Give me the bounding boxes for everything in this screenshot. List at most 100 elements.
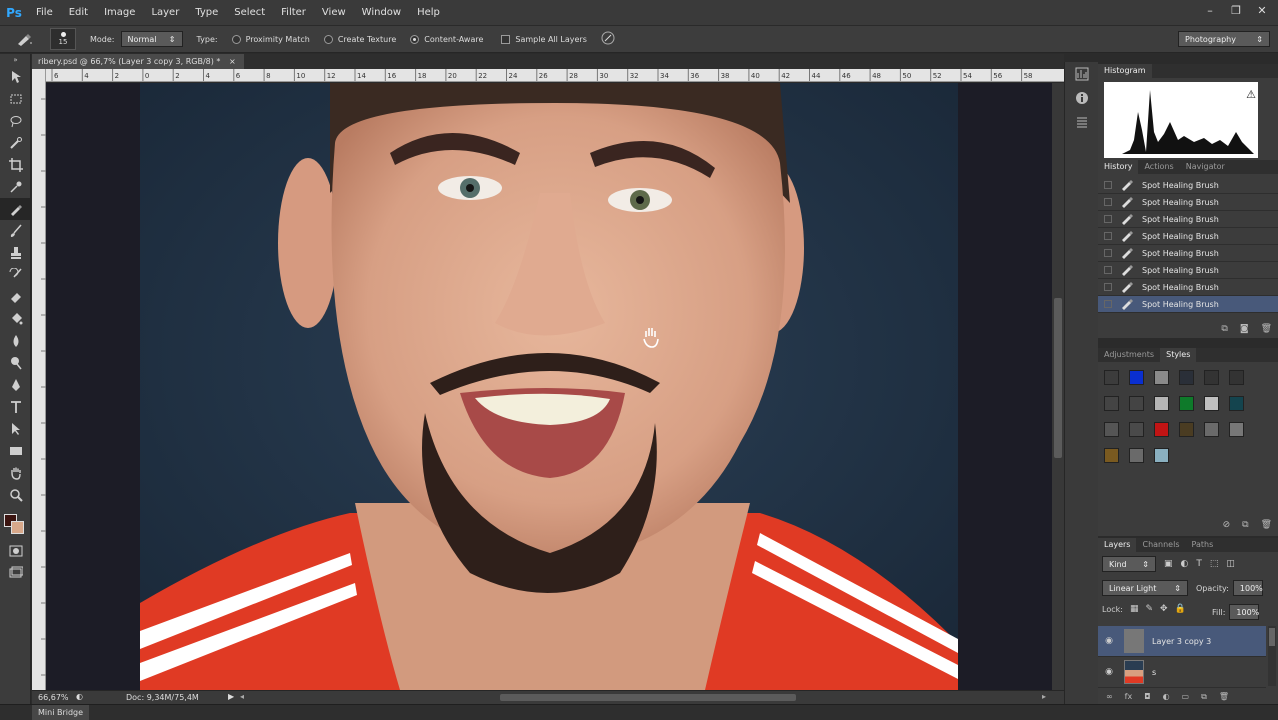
filter-adjustment-icon[interactable]: ◐ [1181,559,1189,569]
delete-state-icon[interactable]: 🗑 [1261,324,1272,334]
paint-bucket-tool-icon[interactable] [0,308,31,330]
background-color-swatch[interactable] [11,521,24,534]
info-panel-icon[interactable] [1065,86,1099,110]
style-swatch[interactable] [1154,448,1169,463]
style-swatch[interactable] [1129,396,1144,411]
pressure-size-icon[interactable] [601,31,615,48]
quick-selection-tool-icon[interactable] [0,132,31,154]
history-item[interactable]: Spot Healing Brush [1098,177,1278,194]
tab-layers[interactable]: Layers [1098,538,1137,552]
history-item[interactable]: Spot Healing Brush [1098,211,1278,228]
clone-stamp-tool-icon[interactable] [0,242,31,264]
style-swatch[interactable] [1129,448,1144,463]
style-swatch[interactable] [1154,370,1169,385]
history-item[interactable]: Spot Healing Brush [1098,245,1278,262]
filter-pixel-icon[interactable]: ▣ [1164,559,1173,569]
menu-file[interactable]: File [28,0,61,25]
style-swatch[interactable] [1104,396,1119,411]
histogram-panel-icon[interactable] [1065,62,1099,86]
create-texture-radio[interactable] [323,34,333,44]
proximity-match-radio[interactable] [231,34,241,44]
menu-layer[interactable]: Layer [143,0,187,25]
canvas-area[interactable] [46,83,1052,690]
proof-icon[interactable]: ◐ [76,692,83,701]
history-item[interactable]: Spot Healing Brush [1098,228,1278,245]
layers-scroll-thumb[interactable] [1269,628,1275,646]
brush-tool-icon[interactable] [0,220,31,242]
tab-close-icon[interactable]: × [229,57,236,66]
toolbox-collapse-icon[interactable]: » [0,54,31,66]
vertical-scroll-thumb[interactable] [1054,298,1062,458]
snapshot-checkbox[interactable] [1104,215,1112,223]
style-swatch[interactable] [1179,396,1194,411]
style-swatch[interactable] [1229,396,1244,411]
move-tool-icon[interactable] [0,66,31,88]
style-swatch[interactable] [1104,422,1119,437]
new-adjustment-layer-icon[interactable]: ◐ [1163,692,1170,702]
quick-mask-icon[interactable] [0,540,31,562]
lock-image-pixels-icon[interactable]: ✎ [1145,604,1153,614]
link-layers-icon[interactable]: ∞ [1106,692,1113,702]
layers-scrollbar[interactable] [1268,626,1276,686]
new-document-from-state-icon[interactable]: ⧉ [1221,324,1227,334]
layer-visibility-eye-icon[interactable]: ◉ [1098,636,1120,646]
mode-select[interactable]: Normal ⇕ [120,31,183,47]
style-swatch[interactable] [1204,396,1219,411]
layer-row-selected[interactable]: ◉ Layer 3 copy 3 [1098,626,1266,657]
hand-tool-icon[interactable] [0,462,31,484]
add-mask-icon[interactable]: ◘ [1144,692,1150,702]
brush-size-picker[interactable]: 15 [50,28,76,50]
type-tool-icon[interactable] [0,396,31,418]
style-swatch[interactable] [1129,422,1144,437]
new-layer-icon[interactable]: ⧉ [1201,692,1207,702]
layer-name[interactable]: Layer 3 copy 3 [1152,637,1211,646]
tab-actions[interactable]: Actions [1138,160,1179,174]
document-tab[interactable]: ribery.psd @ 66,7% (Layer 3 copy 3, RGB/… [32,54,244,69]
sample-all-layers-checkbox[interactable] [501,34,511,44]
horizontal-scroll-thumb[interactable] [500,694,796,701]
snapshot-checkbox[interactable] [1104,198,1112,206]
style-swatch[interactable] [1179,370,1194,385]
color-swatches[interactable] [0,506,31,540]
delete-style-icon[interactable]: 🗑 [1261,520,1272,530]
snapshot-checkbox[interactable] [1104,232,1112,240]
style-swatch[interactable] [1104,448,1119,463]
tab-styles[interactable]: Styles [1160,348,1197,362]
history-item[interactable]: Spot Healing Brush [1098,194,1278,211]
rectangle-tool-icon[interactable] [0,440,31,462]
path-selection-tool-icon[interactable] [0,418,31,440]
style-swatch[interactable] [1204,422,1219,437]
tab-paths[interactable]: Paths [1186,538,1220,552]
filter-smart-object-icon[interactable]: ◫ [1226,559,1235,569]
lock-position-icon[interactable]: ✥ [1160,604,1168,614]
portrait-photo[interactable] [140,83,958,690]
tool-preset-picker[interactable] [8,28,42,50]
tab-adjustments[interactable]: Adjustments [1098,348,1160,362]
style-swatch[interactable] [1229,422,1244,437]
marquee-tool-icon[interactable] [0,88,31,110]
history-brush-tool-icon[interactable] [0,264,31,286]
layer-row[interactable]: ◉ s [1098,657,1266,688]
clear-style-icon[interactable]: ⊘ [1223,520,1231,530]
vertical-scrollbar[interactable] [1052,83,1064,690]
style-swatch[interactable] [1229,370,1244,385]
zoom-level[interactable]: 66,67% [38,693,69,702]
menu-window[interactable]: Window [354,0,409,25]
style-swatch[interactable] [1204,370,1219,385]
lock-all-icon[interactable]: 🔒 [1175,604,1186,614]
tab-history[interactable]: History [1098,160,1139,174]
style-swatch[interactable] [1179,422,1194,437]
snapshot-checkbox[interactable] [1104,266,1112,274]
menu-edit[interactable]: Edit [61,0,96,25]
filter-type-icon[interactable]: T [1196,559,1202,569]
eraser-tool-icon[interactable] [0,286,31,308]
lasso-tool-icon[interactable] [0,110,31,132]
pen-tool-icon[interactable] [0,374,31,396]
tab-navigator[interactable]: Navigator [1180,160,1231,174]
blur-tool-icon[interactable] [0,330,31,352]
fill-input[interactable]: 100% [1229,604,1260,620]
content-aware-radio[interactable] [410,34,420,44]
mini-bridge-tab[interactable]: Mini Bridge [32,705,90,720]
screen-mode-icon[interactable] [0,562,31,584]
tab-histogram[interactable]: Histogram [1098,64,1152,78]
